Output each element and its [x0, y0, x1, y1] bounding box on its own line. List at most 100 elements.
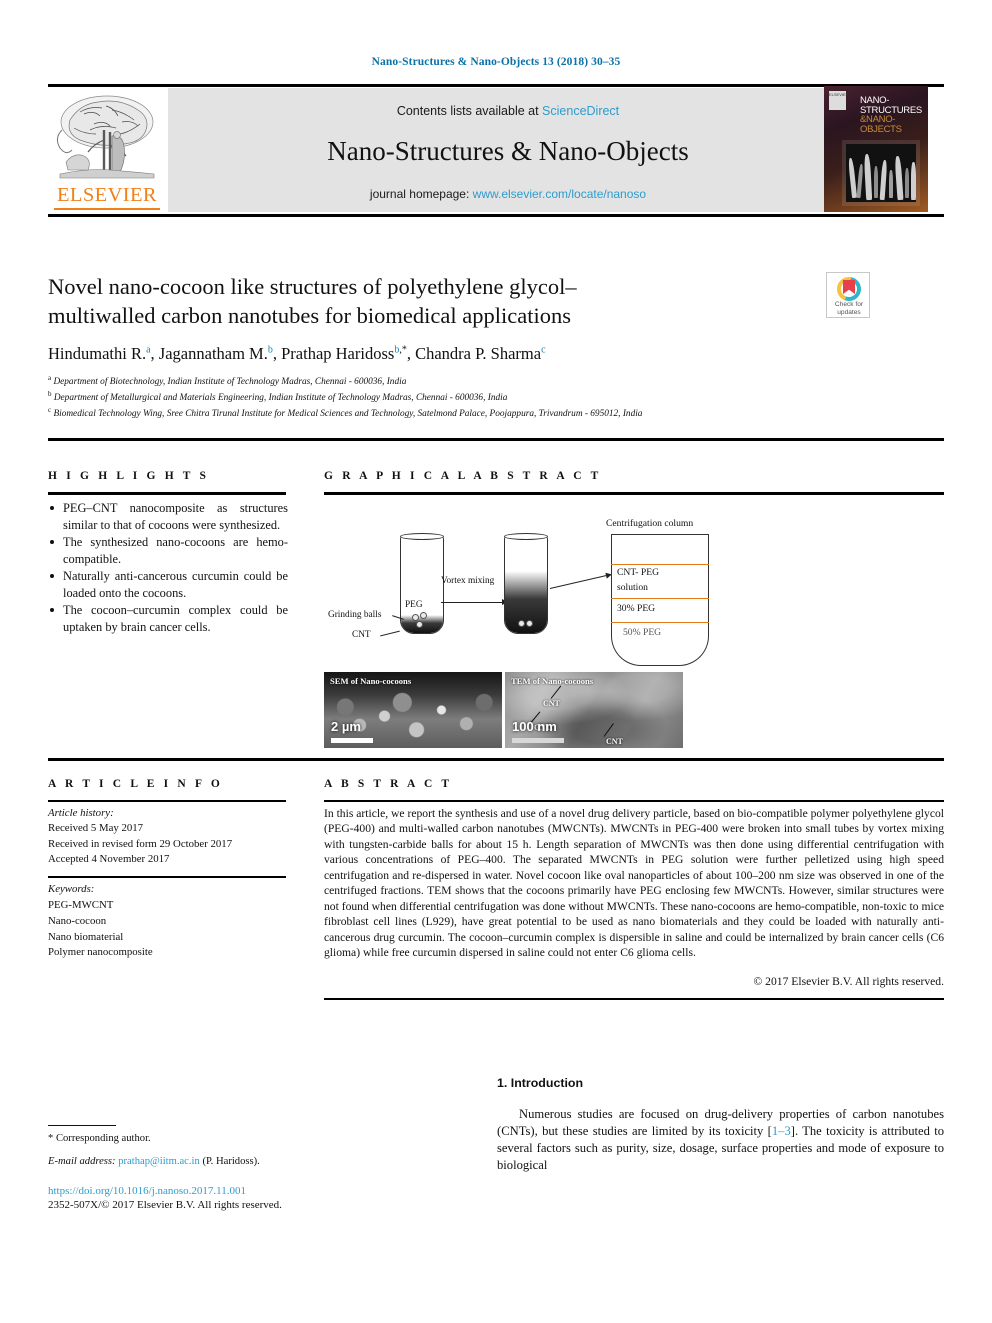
- tem-caption: TEM of Nano-cocoons: [511, 676, 594, 686]
- issn-copyright-line: 2352-507X/© 2017 Elsevier B.V. All right…: [48, 1199, 282, 1211]
- crossmark-label-line1: Check for: [834, 301, 864, 308]
- affiliation-c: c Biomedical Technology Wing, Sree Chitr…: [48, 405, 848, 421]
- sciencedirect-link[interactable]: ScienceDirect: [542, 104, 619, 118]
- author-2: Jagannatham M.b: [159, 344, 273, 363]
- author-2-name: Jagannatham M.: [158, 344, 268, 363]
- introduction-paragraph: Numerous studies are focused on drug-del…: [497, 1106, 944, 1175]
- journal-homepage-line: journal homepage: www.elsevier.com/locat…: [168, 187, 848, 201]
- sem-micrograph: SEM of Nano-cocoons 2 µm: [324, 672, 502, 748]
- abstract-rule-top: [324, 800, 944, 803]
- keywords-block: Keywords: PEG-MWCNT Nano-cocoon Nano bio…: [48, 882, 293, 961]
- bullet-icon: [50, 608, 54, 612]
- crossmark-check-for-updates-badge[interactable]: Check for updates: [826, 272, 870, 318]
- author-2-affil-marker[interactable]: b: [268, 345, 273, 356]
- keyword-1: PEG-MWCNT: [48, 898, 114, 911]
- highlight-item-4: The cocoon–curcumin complex could be upt…: [48, 602, 288, 635]
- column-divider-2: [611, 598, 709, 600]
- cover-publisher-badge: ELSEVIER: [829, 91, 849, 110]
- footnote-rule: [48, 1125, 116, 1127]
- highlights-heading: H I G H L I G H T S: [48, 470, 210, 482]
- highlight-item-2-text: The synthesized nano-cocoons are hemo-co…: [63, 535, 288, 566]
- article-history-accepted: Accepted 4 November 2017: [48, 852, 170, 865]
- contents-prefix: Contents lists available at: [396, 104, 543, 118]
- ga-label-vortex-mixing: Vortex mixing: [441, 576, 495, 586]
- grinding-ball-icon: [518, 620, 525, 627]
- reference-link-1-3[interactable]: 1–3: [772, 1124, 791, 1138]
- article-info-rule-top: [48, 800, 286, 803]
- grinding-ball-icon: [420, 612, 427, 619]
- author-4: Chandra P. Sharmac: [415, 344, 545, 363]
- column-fraction-2: 30% PEG: [617, 603, 656, 614]
- article-info-rule-mid: [48, 876, 286, 879]
- journal-cover-thumbnail: ELSEVIER NANO- STRUCTURES &NANO- OBJECTS: [824, 86, 928, 212]
- homepage-prefix: journal homepage:: [369, 187, 473, 201]
- highlights-rule: [48, 492, 286, 495]
- affiliation-a-marker: a: [48, 374, 52, 382]
- abstract-text: In this article, we report the synthesis…: [324, 807, 944, 960]
- grinding-ball-icon: [526, 620, 533, 627]
- tem-micrograph: TEM of Nano-cocoons CNT CNT CNT 100 nm: [505, 672, 683, 748]
- cover-line-4: OBJECTS: [860, 124, 902, 136]
- affiliation-list: a Department of Biotechnology, Indian In…: [48, 373, 848, 422]
- journal-homepage-link[interactable]: www.elsevier.com/locate/nanoso: [473, 187, 646, 201]
- affiliation-c-text: Biomedical Technology Wing, Sree Chitra …: [53, 409, 643, 420]
- highlight-item-4-text: The cocoon–curcumin complex could be upt…: [63, 603, 288, 634]
- affiliation-a: a Department of Biotechnology, Indian In…: [48, 373, 848, 389]
- tube-grinding: [400, 533, 444, 634]
- doi-link[interactable]: https://doi.org/10.1016/j.nanoso.2017.11…: [48, 1185, 388, 1197]
- tem-scale-label: 100 nm: [512, 719, 557, 734]
- article-title: Novel nano-cocoon like structures of pol…: [48, 274, 577, 329]
- crossmark-label: Check for updates: [827, 301, 871, 317]
- masthead-top-rule: [48, 84, 944, 87]
- affiliation-a-text: Department of Biotechnology, Indian Inst…: [53, 377, 407, 388]
- ga-transfer-arrow-line: [549, 574, 607, 590]
- running-head: Nano-Structures & Nano-Objects 13 (2018)…: [371, 56, 621, 68]
- abstract-rule-bottom: [324, 998, 944, 1001]
- column-fraction-3: 50% PEG: [623, 627, 662, 638]
- highlight-item-1: PEG–CNT nanocomposite as structures simi…: [48, 500, 288, 533]
- highlights-list: PEG–CNT nanocomposite as structures simi…: [48, 500, 288, 636]
- grinding-ball-icon: [412, 614, 419, 621]
- tem-leader-3: [603, 723, 614, 737]
- bullet-icon: [50, 506, 54, 510]
- tube-mixed: [504, 533, 548, 634]
- crossmark-label-line2: updates: [837, 309, 861, 317]
- tem-leader-1: [550, 685, 562, 699]
- ga-label-grinding-balls: Grinding balls: [328, 610, 382, 620]
- elsevier-wordmark: ELSEVIER: [57, 184, 157, 206]
- sem-scale-label: 2 µm: [331, 719, 361, 734]
- highlight-item-3: Naturally anti-cancerous curcumin could …: [48, 568, 288, 601]
- author-1: Hindumathi R.a: [48, 344, 151, 363]
- corresponding-author-marker[interactable]: ,*: [399, 345, 407, 356]
- highlight-item-1-text: PEG–CNT nanocomposite as structures simi…: [63, 501, 288, 532]
- introduction-heading: 1. Introduction: [497, 1076, 584, 1090]
- title-block-bottom-rule: [48, 438, 944, 441]
- tem-annotation-cnt-3: CNT: [606, 737, 623, 746]
- article-history-received: Received 5 May 2017: [48, 822, 144, 835]
- bullet-icon: [50, 574, 54, 578]
- keyword-3: Nano biomaterial: [48, 930, 124, 943]
- corresponding-email-link[interactable]: prathap@iitm.ac.in: [118, 1156, 200, 1167]
- author-4-name: Chandra P. Sharma: [415, 344, 542, 363]
- author-3-name: Prathap Haridoss: [281, 344, 395, 363]
- affiliation-c-marker: c: [48, 406, 52, 415]
- masthead-bottom-rule: [48, 214, 944, 217]
- email-label: E-mail address:: [48, 1156, 116, 1167]
- keyword-4: Polymer nanocomposite: [48, 946, 153, 959]
- author-4-affil-marker[interactable]: c: [541, 345, 545, 356]
- tube-grinding-rim: [400, 533, 444, 540]
- ga-label-peg: PEG: [405, 600, 423, 610]
- author-list: Hindumathi R.a, Jagannatham M.b, Prathap…: [48, 344, 546, 363]
- bullet-icon: [50, 540, 54, 544]
- author-1-affil-marker[interactable]: a: [146, 345, 150, 356]
- article-history-label: Article history:: [48, 807, 114, 819]
- keywords-label: Keywords:: [48, 883, 95, 895]
- tube-mixed-rim: [504, 533, 548, 540]
- elsevier-underline: [54, 208, 160, 210]
- highlight-item-3-text: Naturally anti-cancerous curcumin could …: [63, 569, 288, 600]
- journal-masthead: Contents lists available at ScienceDirec…: [48, 84, 944, 217]
- abstract-heading: A B S T R A C T: [324, 778, 453, 790]
- column-fraction-1-line2: solution: [617, 582, 648, 593]
- tem-annotation-cnt-1: CNT: [543, 699, 560, 708]
- grinding-ball-icon: [416, 621, 423, 628]
